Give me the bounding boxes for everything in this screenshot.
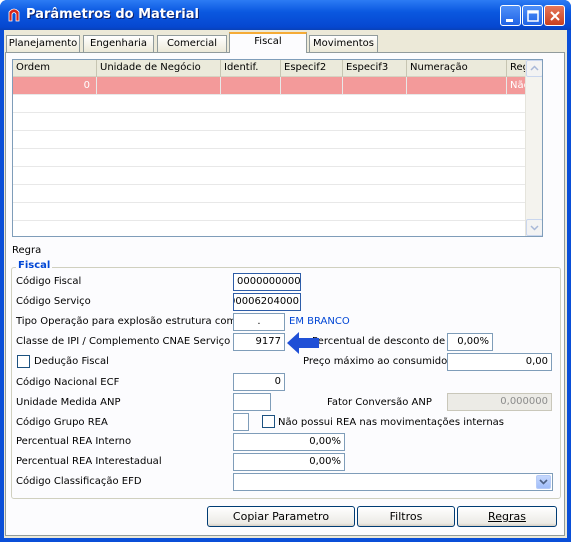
close-icon [550, 11, 560, 21]
perc-rea-interestadual-label: Percentual REA Interestadual [16, 456, 162, 467]
filtros-button[interactable]: Filtros [357, 506, 455, 527]
fator-anp-field: 0,000000 [447, 393, 552, 411]
classificacao-efd-label: Código Classificação EFD [16, 476, 142, 487]
dropdown-button[interactable] [536, 475, 551, 489]
grupo-rea-field[interactable] [233, 413, 249, 431]
tipo-operacao-field[interactable]: . [233, 313, 285, 331]
cell-regra: Não [510, 80, 530, 91]
fiscal-legend: Fiscal [16, 260, 53, 271]
empty-row [13, 113, 542, 131]
perc-rea-interestadual-field[interactable]: 0,00% [233, 453, 345, 471]
tab-movimentos[interactable]: Movimentos [309, 35, 378, 52]
minimize-icon [506, 19, 513, 22]
preco-maximo-label: Preço máximo ao consumidor [303, 356, 452, 367]
deducao-fiscal-label: Dedução Fiscal [34, 356, 109, 367]
deducao-fiscal-checkbox[interactable] [17, 355, 30, 368]
nao-possui-rea-label: Não possui REA nas movimentações interna… [278, 417, 505, 428]
app-icon [8, 8, 20, 22]
minimize-button[interactable] [500, 5, 521, 26]
classificacao-efd-select[interactable] [233, 473, 553, 491]
chevron-down-icon [539, 479, 548, 485]
cell-ordem: 0 [13, 77, 97, 95]
col-especif3[interactable]: Especif3 [343, 60, 407, 77]
empty-row [13, 203, 542, 221]
col-identif[interactable]: Identif. [221, 60, 281, 77]
tab-planejamento[interactable]: Planejamento [6, 35, 80, 52]
grupo-rea-label: Código Grupo REA [16, 417, 108, 428]
classe-ipi-label: Classe de IPI / Complemento CNAE Serviço [16, 336, 231, 347]
col-numeracao[interactable]: Numeração [407, 60, 507, 77]
col-regra[interactable]: Regra [507, 60, 527, 77]
copiar-parametro-button[interactable]: Copiar Parametro [207, 506, 355, 527]
perc-rea-interno-field[interactable]: 0,00% [233, 433, 345, 451]
unidade-anp-label: Unidade Medida ANP [16, 397, 121, 408]
pointer-arrow-icon [287, 332, 319, 354]
empty-row [13, 185, 542, 203]
nao-possui-rea-checkbox[interactable] [262, 415, 275, 428]
unidade-anp-field[interactable] [233, 393, 271, 411]
codigo-servico-field[interactable]: 00006204000 [233, 293, 301, 311]
window-title: Parâmetros do Material [26, 7, 199, 22]
tipo-operacao-label: Tipo Operação para explosão estrutura co… [16, 316, 237, 327]
maximize-icon [527, 10, 539, 22]
em-branco-text: EM BRANCO [289, 316, 350, 327]
dialog-body: Planejamento Engenharia Comercial Fiscal… [4, 30, 567, 538]
col-especif2[interactable]: Especif2 [281, 60, 343, 77]
tab-fiscal[interactable]: Fiscal [229, 32, 307, 53]
tab-comercial[interactable]: Comercial [157, 35, 227, 52]
codigo-fiscal-field[interactable]: 0000000000 [233, 273, 301, 291]
perc-desconto-st-label: Percentual de desconto de ST [312, 336, 461, 347]
scroll-up-button[interactable] [526, 60, 542, 77]
window: Parâmetros do Material Planejamento Enge… [0, 0, 571, 542]
empty-row [13, 131, 542, 149]
title-bar[interactable]: Parâmetros do Material [0, 0, 571, 30]
table-row[interactable]: 0 Não [13, 77, 542, 95]
cell-unidade [97, 77, 221, 95]
preco-maximo-field[interactable]: 0,00 [447, 353, 552, 371]
empty-row [13, 149, 542, 167]
cell-especif2 [281, 77, 343, 95]
fiscal-panel: Ordem Unidade de Negócio Identif. Especi… [5, 52, 565, 536]
grid-scrollbar[interactable] [525, 60, 542, 236]
maximize-button[interactable] [522, 5, 543, 26]
codigo-ecf-label: Código Nacional ECF [16, 377, 120, 388]
tab-engenharia[interactable]: Engenharia [83, 35, 154, 52]
chevron-down-icon [530, 225, 539, 231]
perc-rea-interno-label: Percentual REA Interno [16, 436, 132, 447]
perc-desconto-st-field[interactable]: 0,00% [447, 333, 493, 351]
empty-row [13, 221, 542, 236]
col-unidade-negocio[interactable]: Unidade de Negócio [97, 60, 221, 77]
cell-especif3 [343, 77, 407, 95]
cell-numeracao [407, 77, 507, 95]
regras-button[interactable]: Regras [457, 506, 557, 527]
fator-anp-label: Fator Conversão ANP [327, 397, 432, 408]
cell-identif [221, 77, 281, 95]
scroll-down-button[interactable] [526, 219, 542, 236]
classe-ipi-field[interactable]: 9177 [233, 333, 285, 351]
empty-row [13, 95, 542, 113]
codigo-fiscal-label: Código Fiscal [16, 276, 82, 287]
rules-grid[interactable]: Ordem Unidade de Negócio Identif. Especi… [12, 59, 543, 237]
codigo-servico-label: Código Serviço [16, 296, 91, 307]
grid-header: Ordem Unidade de Negócio Identif. Especi… [13, 60, 542, 77]
regra-label: Regra [12, 245, 42, 256]
close-button[interactable] [544, 5, 565, 26]
empty-row [13, 167, 542, 185]
chevron-up-icon [530, 65, 539, 71]
codigo-ecf-field[interactable]: 0 [233, 373, 285, 391]
col-ordem[interactable]: Ordem [13, 60, 97, 77]
